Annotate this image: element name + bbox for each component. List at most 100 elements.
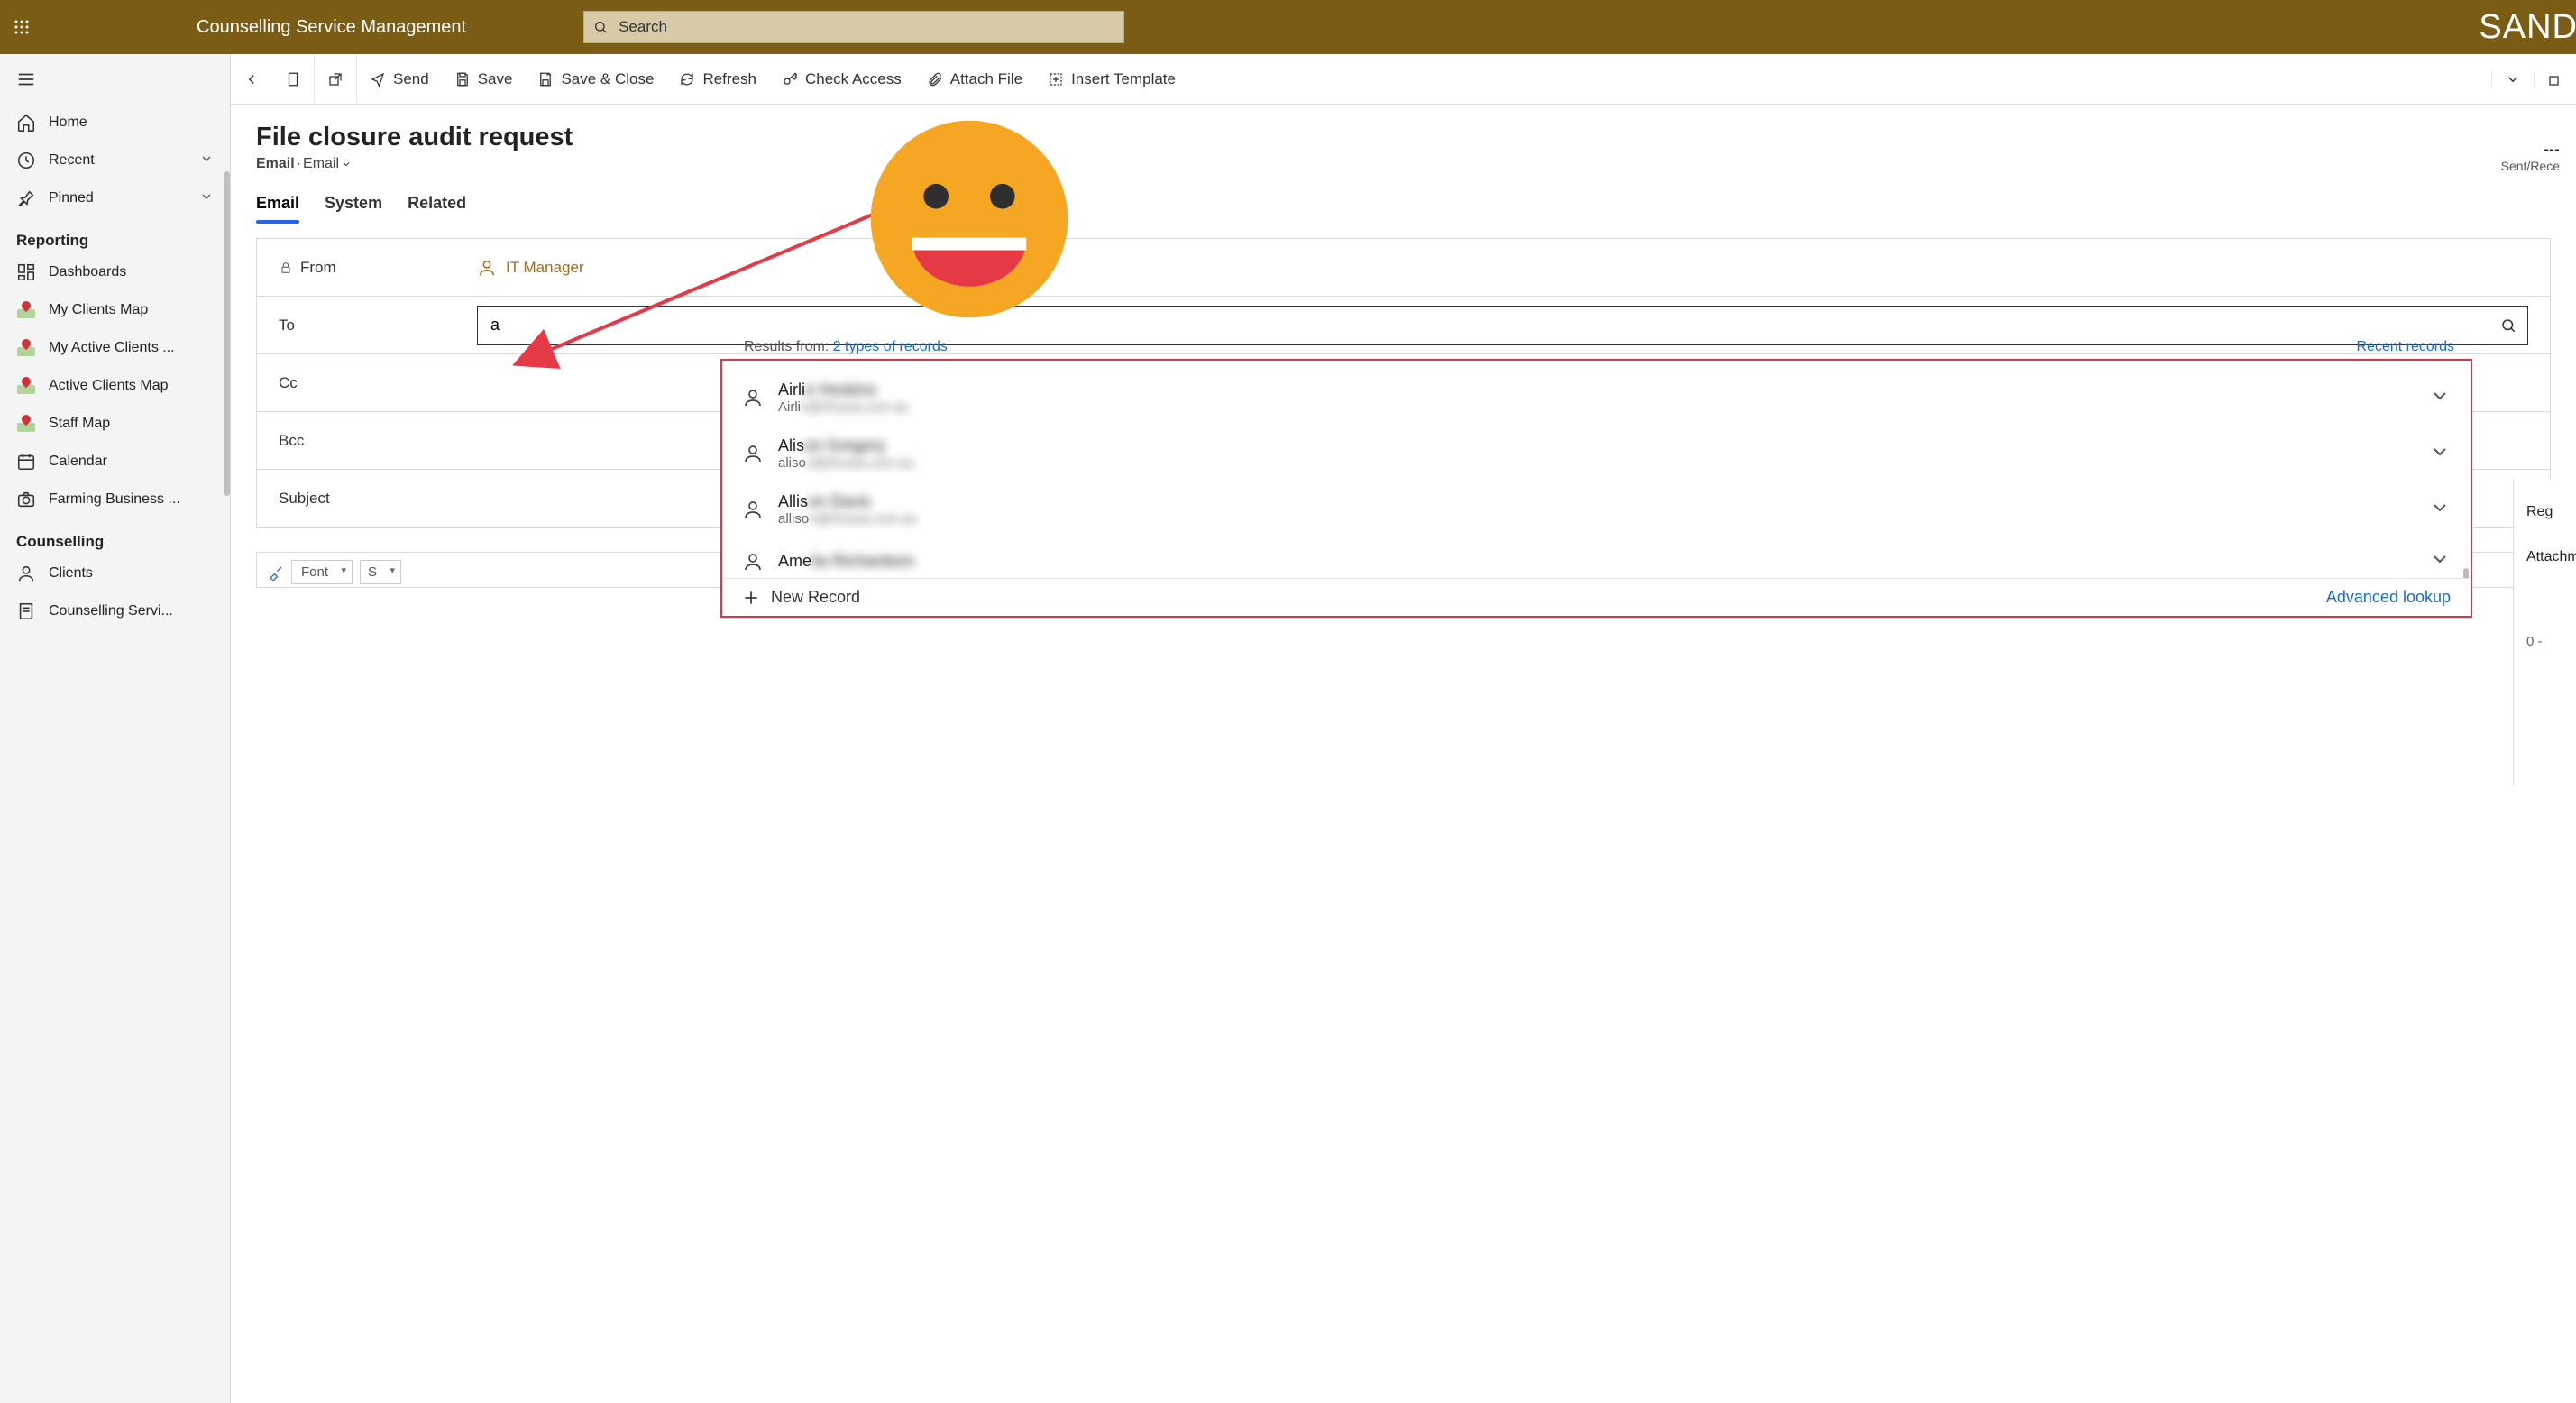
person-icon xyxy=(477,258,497,278)
app-header: Counselling Service Management SAND xyxy=(0,0,2576,54)
brush-icon[interactable] xyxy=(268,564,284,581)
chevron-down-icon[interactable] xyxy=(2429,441,2451,467)
rpanel-attachments: Attachm xyxy=(2526,535,2576,580)
document-icon xyxy=(16,601,36,621)
record-breadcrumb: Email · Email xyxy=(256,156,2551,172)
app-launcher-button[interactable] xyxy=(0,0,43,54)
chevron-down-icon[interactable] xyxy=(2429,497,2451,523)
map-pin-icon xyxy=(16,414,36,434)
lookup-result-item[interactable]: Alison Gregoryalison@rfcswa.com.au xyxy=(722,426,2471,481)
nav-recent[interactable]: Recent xyxy=(0,142,230,179)
map-pin-icon xyxy=(16,376,36,396)
nav-calendar[interactable]: Calendar xyxy=(0,443,230,481)
nav-counselling-services[interactable]: Counselling Servi... xyxy=(0,592,230,630)
plus-icon xyxy=(742,589,760,607)
home-icon xyxy=(16,113,36,133)
insert-template-button[interactable]: Insert Template xyxy=(1035,54,1188,104)
document-icon xyxy=(285,71,301,87)
save-icon xyxy=(454,71,471,87)
nav-pinned[interactable]: Pinned xyxy=(0,179,230,217)
rpanel-count: 0 - xyxy=(2526,580,2576,664)
chevron-down-icon[interactable] xyxy=(2429,385,2451,411)
global-search[interactable] xyxy=(583,11,1124,43)
lookup-results-list: Airlie HoskinsAirlie@rfcswa.com.au Aliso… xyxy=(722,370,2471,578)
share-button[interactable] xyxy=(2534,71,2576,87)
refresh-button[interactable]: Refresh xyxy=(666,54,769,104)
nav-home[interactable]: Home xyxy=(0,104,230,142)
map-pin-icon xyxy=(16,338,36,358)
environment-badge: SAND xyxy=(2479,8,2576,47)
nav-clients[interactable]: Clients xyxy=(0,555,230,592)
font-family-select[interactable]: Font xyxy=(291,560,353,584)
popout-icon xyxy=(327,71,344,87)
search-icon[interactable] xyxy=(2500,317,2516,334)
person-icon xyxy=(742,387,764,408)
global-search-input[interactable] xyxy=(617,17,1114,37)
nav-label: My Clients Map xyxy=(49,302,148,318)
nav-farming-business[interactable]: Farming Business ... xyxy=(0,481,230,518)
send-icon xyxy=(370,71,386,87)
person-icon xyxy=(742,551,764,573)
open-record-button[interactable] xyxy=(272,54,315,104)
sidebar-scrollbar[interactable] xyxy=(224,171,230,496)
record-types-link[interactable]: 2 types of records xyxy=(833,339,948,354)
tab-system[interactable]: System xyxy=(325,188,382,222)
tab-email[interactable]: Email xyxy=(256,188,299,222)
save-close-button[interactable]: Save & Close xyxy=(525,54,666,104)
tab-related[interactable]: Related xyxy=(408,188,466,222)
lookup-result-item[interactable]: Amelia Richardson xyxy=(722,537,2471,578)
share-icon xyxy=(2547,71,2563,87)
check-access-button[interactable]: Check Access xyxy=(769,54,914,104)
page-title: File closure audit request xyxy=(256,123,2551,152)
person-icon xyxy=(16,564,36,583)
lookup-result-item[interactable]: Airlie HoskinsAirlie@rfcswa.com.au xyxy=(722,370,2471,426)
rpanel-reg: Reg xyxy=(2526,490,2576,535)
camera-icon xyxy=(16,490,36,509)
dashboard-icon xyxy=(16,262,36,282)
refresh-icon xyxy=(679,71,695,87)
map-pin-icon xyxy=(16,300,36,320)
back-button[interactable] xyxy=(231,54,272,104)
popout-button[interactable] xyxy=(315,54,357,104)
header-status: --- Sent/Rece xyxy=(2501,140,2560,173)
attach-file-button[interactable]: Attach File xyxy=(914,54,1035,104)
arrow-left-icon xyxy=(243,71,260,87)
new-record-button[interactable]: New Record xyxy=(742,588,860,607)
chevron-down-icon xyxy=(2505,71,2521,87)
nav-group-counselling: Counselling xyxy=(0,518,230,555)
dropdown-scrollbar[interactable] xyxy=(2463,568,2469,578)
send-button[interactable]: Send xyxy=(357,54,442,104)
key-icon xyxy=(782,71,798,87)
nav-dashboards[interactable]: Dashboards xyxy=(0,253,230,291)
chevron-down-icon xyxy=(199,151,214,170)
overflow-menu-button[interactable] xyxy=(2491,71,2534,87)
nav-label: Farming Business ... xyxy=(49,491,180,508)
save-button[interactable]: Save xyxy=(442,54,526,104)
paperclip-icon xyxy=(927,71,943,87)
nav-staff-map[interactable]: Staff Map xyxy=(0,405,230,443)
nav-label: Calendar xyxy=(49,454,107,470)
recent-records-link[interactable]: Recent records xyxy=(2357,339,2455,355)
template-icon xyxy=(1048,71,1064,87)
nav-collapse-button[interactable] xyxy=(0,54,230,104)
nav-label: Home xyxy=(49,115,87,131)
advanced-lookup-link[interactable]: Advanced lookup xyxy=(2326,588,2451,607)
clock-icon xyxy=(16,151,36,170)
nav-my-clients-map[interactable]: My Clients Map xyxy=(0,291,230,329)
font-size-select[interactable]: S xyxy=(360,560,401,584)
lookup-results-panel: Results from: 2 types of records Recent … xyxy=(720,359,2472,618)
nav-label: Staff Map xyxy=(49,416,110,432)
left-nav: Home Recent Pinned Reporting Dashboards … xyxy=(0,54,231,1403)
hamburger-icon xyxy=(16,69,36,89)
lookup-result-item[interactable]: Allison Davisallison@rfcswa.com.au xyxy=(722,481,2471,537)
nav-label: Recent xyxy=(49,152,95,169)
nav-active-clients-map[interactable]: Active Clients Map xyxy=(0,367,230,405)
nav-group-reporting: Reporting xyxy=(0,217,230,253)
chevron-down-icon[interactable] xyxy=(341,159,352,170)
nav-my-active-clients[interactable]: My Active Clients ... xyxy=(0,329,230,367)
lock-icon xyxy=(279,261,293,275)
chevron-down-icon[interactable] xyxy=(2429,548,2451,574)
person-icon xyxy=(742,499,764,520)
app-title: Counselling Service Management xyxy=(197,17,466,38)
nav-label: Counselling Servi... xyxy=(49,603,173,619)
